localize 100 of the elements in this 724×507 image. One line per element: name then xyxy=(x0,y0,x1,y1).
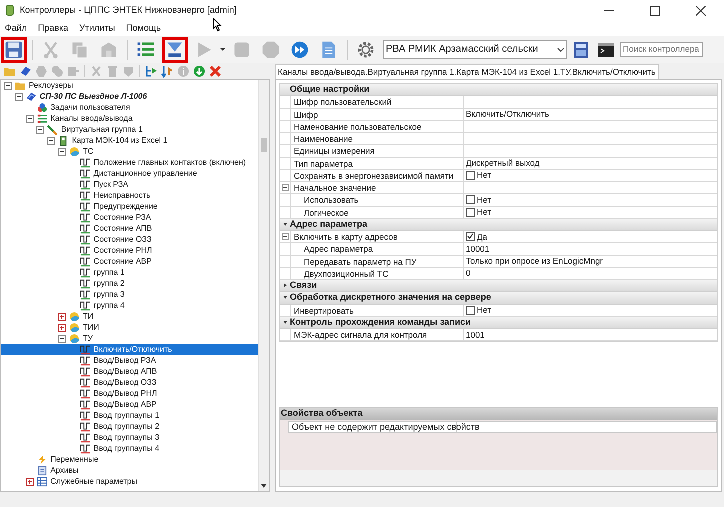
tree-item-label: Каналы ввода/вывода xyxy=(50,114,133,124)
collapse-icon[interactable] xyxy=(282,233,288,240)
tree-item[interactable]: Неисправность xyxy=(1,190,258,201)
tree-item[interactable]: Включить/Отключить xyxy=(1,344,258,355)
tree-item[interactable]: ТИ xyxy=(1,311,258,322)
expand-icon[interactable] xyxy=(26,478,34,486)
tree-item[interactable]: Предупреждение xyxy=(1,201,258,212)
tree-item[interactable]: Виртуальная группа 1 xyxy=(1,124,258,135)
tree-item[interactable]: Положение главных контактов (включен) xyxy=(1,157,258,168)
menu-item[interactable]: Правка xyxy=(38,22,69,36)
expand-icon[interactable] xyxy=(58,312,66,320)
tree-item[interactable]: группа 2 xyxy=(1,278,258,289)
tree-item[interactable]: Ввод/Вывод РНЛ xyxy=(1,388,258,399)
tree-item-label: Ввод группаупы 4 xyxy=(94,444,160,454)
tree-item[interactable]: Ввод/Вывод АПВ xyxy=(1,366,258,377)
property-section-header[interactable]: Обработка дискретного значения на сервере xyxy=(280,292,717,304)
tree-item[interactable]: Каналы ввода/вывода xyxy=(1,113,258,124)
square-wave-icon xyxy=(80,256,91,266)
toolbar-button[interactable] xyxy=(162,36,188,62)
square-wave-icon xyxy=(80,168,91,178)
square-wave-icon xyxy=(80,410,91,420)
collapse-icon[interactable] xyxy=(4,82,12,90)
tree-toolbar-button[interactable] xyxy=(208,64,222,78)
tree-item-label: Положение главных контактов (включен) xyxy=(94,158,246,168)
menu-item[interactable]: Файл xyxy=(5,22,28,36)
property-section-header[interactable]: Связи xyxy=(280,280,717,292)
checkbox[interactable] xyxy=(466,195,475,204)
tree-item[interactable]: ТС xyxy=(1,146,258,157)
tree-item[interactable]: Состояние РЗА xyxy=(1,212,258,223)
tree-item[interactable]: Задачи пользователя xyxy=(1,102,258,113)
collapse-icon[interactable] xyxy=(58,334,66,342)
lightning-icon xyxy=(36,454,48,464)
collapse-icon[interactable] xyxy=(47,136,56,144)
tree-item[interactable]: Ввод/Вывод ОЗЗ xyxy=(1,377,258,388)
tree-item[interactable]: Ввод группаупы 3 xyxy=(1,432,258,443)
tree-item[interactable]: Дистанционное управление xyxy=(1,168,258,179)
scrollbar-thumb[interactable] xyxy=(261,138,267,152)
square-wave-icon xyxy=(80,388,91,398)
tree-item[interactable]: группа 4 xyxy=(1,300,258,311)
tree-item-label: Ввод/Вывод АВР xyxy=(94,400,157,410)
tree-item[interactable]: Архивы xyxy=(1,465,258,476)
property-section-header[interactable]: Общие настройки xyxy=(280,84,717,96)
tree-item[interactable]: Состояние РНЛ xyxy=(1,245,258,256)
scroll-down-icon[interactable] xyxy=(260,483,268,489)
tree-toolbar-button[interactable] xyxy=(192,64,206,78)
tree-item[interactable]: СП-30 ПС Выездное Л-1006 xyxy=(1,91,258,102)
caret-icon[interactable] xyxy=(220,48,226,51)
expand-icon[interactable] xyxy=(58,324,66,332)
checkbox[interactable] xyxy=(466,232,475,242)
tree-toolbar-button[interactable] xyxy=(18,64,32,78)
tree-item-label: группа 3 xyxy=(94,290,125,300)
channels-icon xyxy=(36,114,48,124)
collapse-icon[interactable] xyxy=(282,184,288,192)
tree-item[interactable]: Состояние АПВ xyxy=(1,223,258,234)
checkbox[interactable] xyxy=(466,306,475,315)
tree-toolbar-button[interactable] xyxy=(144,64,158,78)
tree-item[interactable]: Карта МЭК-104 из Excel 1 xyxy=(1,135,258,146)
tree-item[interactable]: группа 3 xyxy=(1,289,258,300)
collapse-icon[interactable] xyxy=(58,148,66,156)
tree-item[interactable]: Ввод группаупы 1 xyxy=(1,410,258,421)
menu-item[interactable]: Помощь xyxy=(126,22,162,36)
triangle-down-icon xyxy=(282,295,288,300)
tree-item[interactable]: Ввод группаупы 4 xyxy=(1,443,258,454)
tree-item[interactable]: Состояние ОЗЗ xyxy=(1,234,258,245)
square-wave-icon xyxy=(80,202,91,212)
checkbox[interactable] xyxy=(466,170,475,180)
tree-item-label: ТИ xyxy=(83,312,94,322)
tasks-icon xyxy=(36,102,48,112)
collapse-icon[interactable] xyxy=(36,126,44,134)
search-field[interactable]: Поиск контроллера xyxy=(620,42,703,57)
tree-item[interactable]: Пуск РЗА xyxy=(1,179,258,190)
tree-item[interactable]: Переменные xyxy=(1,454,258,465)
window-title: Контроллеры - ЦППС ЭНТЕК Нижновэнерго [admin] xyxy=(20,4,237,17)
tree-item[interactable]: Служебные параметры xyxy=(1,476,258,487)
square-wave-icon xyxy=(80,422,91,432)
property-section-header[interactable]: Адрес параметра xyxy=(280,218,717,231)
terminal-icon xyxy=(597,42,615,58)
collapse-icon[interactable] xyxy=(26,114,34,122)
tree-item[interactable]: Ввод/Вывод АВР xyxy=(1,399,258,410)
square-wave-icon xyxy=(80,300,91,310)
tree-item[interactable]: ТИИ xyxy=(1,322,258,333)
section-title: Общие настройки xyxy=(290,82,370,96)
scrollbar[interactable] xyxy=(258,80,269,491)
tree-item[interactable]: Ввод группаупы 2 xyxy=(1,421,258,432)
controller-select[interactable]: РВА РМИК Арзамасский сельски xyxy=(383,40,567,59)
checkbox[interactable] xyxy=(466,208,475,217)
tree-item-label: ТУ xyxy=(83,334,93,344)
tree-item[interactable]: Реклоузеры xyxy=(1,80,258,91)
property-section-header[interactable]: Контроль прохождения команды записи xyxy=(280,316,717,329)
tab[interactable]: Каналы ввода/вывода.Виртуальная группа 1.Карта МЭК-104 из Excel 1.ТУ.Включить/Отключить xyxy=(275,64,659,79)
tree-item[interactable]: Состояние АВР xyxy=(1,256,258,267)
square-wave-icon xyxy=(80,366,91,376)
tree-item[interactable]: ТУ xyxy=(1,333,258,344)
tree-item[interactable]: группа 1 xyxy=(1,267,258,278)
tree-item[interactable]: Ввод/Вывод РЗА xyxy=(1,355,258,366)
tree-item-label: Архивы xyxy=(50,466,79,476)
tree-toolbar-button[interactable] xyxy=(160,64,174,78)
tree-item-label: Ввод/Вывод РЗА xyxy=(94,356,156,366)
collapse-icon[interactable] xyxy=(14,92,23,100)
menu-item[interactable]: Утилиты xyxy=(80,22,116,36)
